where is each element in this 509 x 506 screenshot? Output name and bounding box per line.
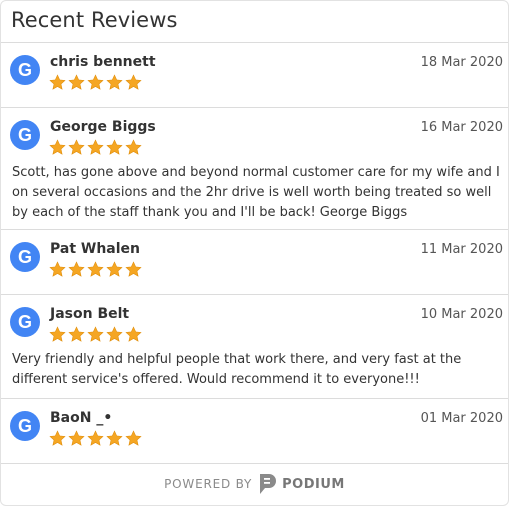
star-icon [68,261,85,277]
star-icon [106,139,123,155]
star-icon [68,139,85,155]
widget-title: Recent Reviews [11,8,178,32]
review-item: G chris bennett 18 Mar 2020 [1,43,508,108]
reviewer-name: Jason Belt [50,306,130,322]
star-icon [87,430,104,446]
star-icon [87,261,104,277]
widget-header: Recent Reviews [1,1,508,43]
review-item: G BaoN _• 01 Mar 2020 [1,399,508,464]
star-icon [106,430,123,446]
podium-brand-label: PODIUM [282,476,345,492]
star-icon [125,326,142,342]
review-date: 10 Mar 2020 [420,307,503,322]
star-icon [125,261,142,277]
powered-by-footer[interactable]: POWERED BY PODIUM [1,464,508,504]
google-g-icon: G [10,242,40,272]
star-icon [106,74,123,90]
powered-by-label: POWERED BY [164,477,253,491]
google-g-icon: G [10,120,40,150]
star-icon [49,261,66,277]
google-g-icon: G [10,411,40,441]
star-icon [68,74,85,90]
review-text: Scott, has gone above and beyond normal … [12,165,500,220]
podium-brand[interactable]: PODIUM [258,473,345,495]
star-rating [49,74,142,91]
review-date: 16 Mar 2020 [420,120,503,135]
star-icon [49,74,66,90]
star-icon [125,430,142,446]
star-icon [49,139,66,155]
review-item: G Pat Whalen 11 Mar 2020 [1,230,508,295]
reviews-widget: Recent Reviews G chris bennett 18 Mar 20… [0,0,509,506]
star-icon [49,326,66,342]
star-icon [106,261,123,277]
review-item: G Jason Belt 10 Mar 2020 Very friendly a… [1,295,508,399]
star-rating [49,430,142,447]
star-icon [87,326,104,342]
star-icon [49,430,66,446]
review-item: G George Biggs 16 Mar 2020 Scott, has go… [1,108,508,230]
reviewer-name: BaoN _• [50,410,113,426]
podium-logo-icon [260,474,277,494]
star-icon [87,139,104,155]
star-icon [68,326,85,342]
star-icon [125,74,142,90]
reviewer-name: Pat Whalen [50,241,141,257]
star-rating [49,139,142,156]
review-date: 01 Mar 2020 [420,411,503,426]
google-g-icon: G [10,307,40,337]
review-text: Very friendly and helpful people that wo… [12,352,462,387]
star-icon [106,326,123,342]
reviewer-name: George Biggs [50,119,156,135]
reviewer-name: chris bennett [50,54,156,70]
star-rating [49,326,142,343]
star-rating [49,261,142,278]
star-icon [87,74,104,90]
review-date: 18 Mar 2020 [420,55,503,70]
google-g-icon: G [10,55,40,85]
star-icon [125,139,142,155]
star-icon [68,430,85,446]
review-date: 11 Mar 2020 [420,242,503,257]
